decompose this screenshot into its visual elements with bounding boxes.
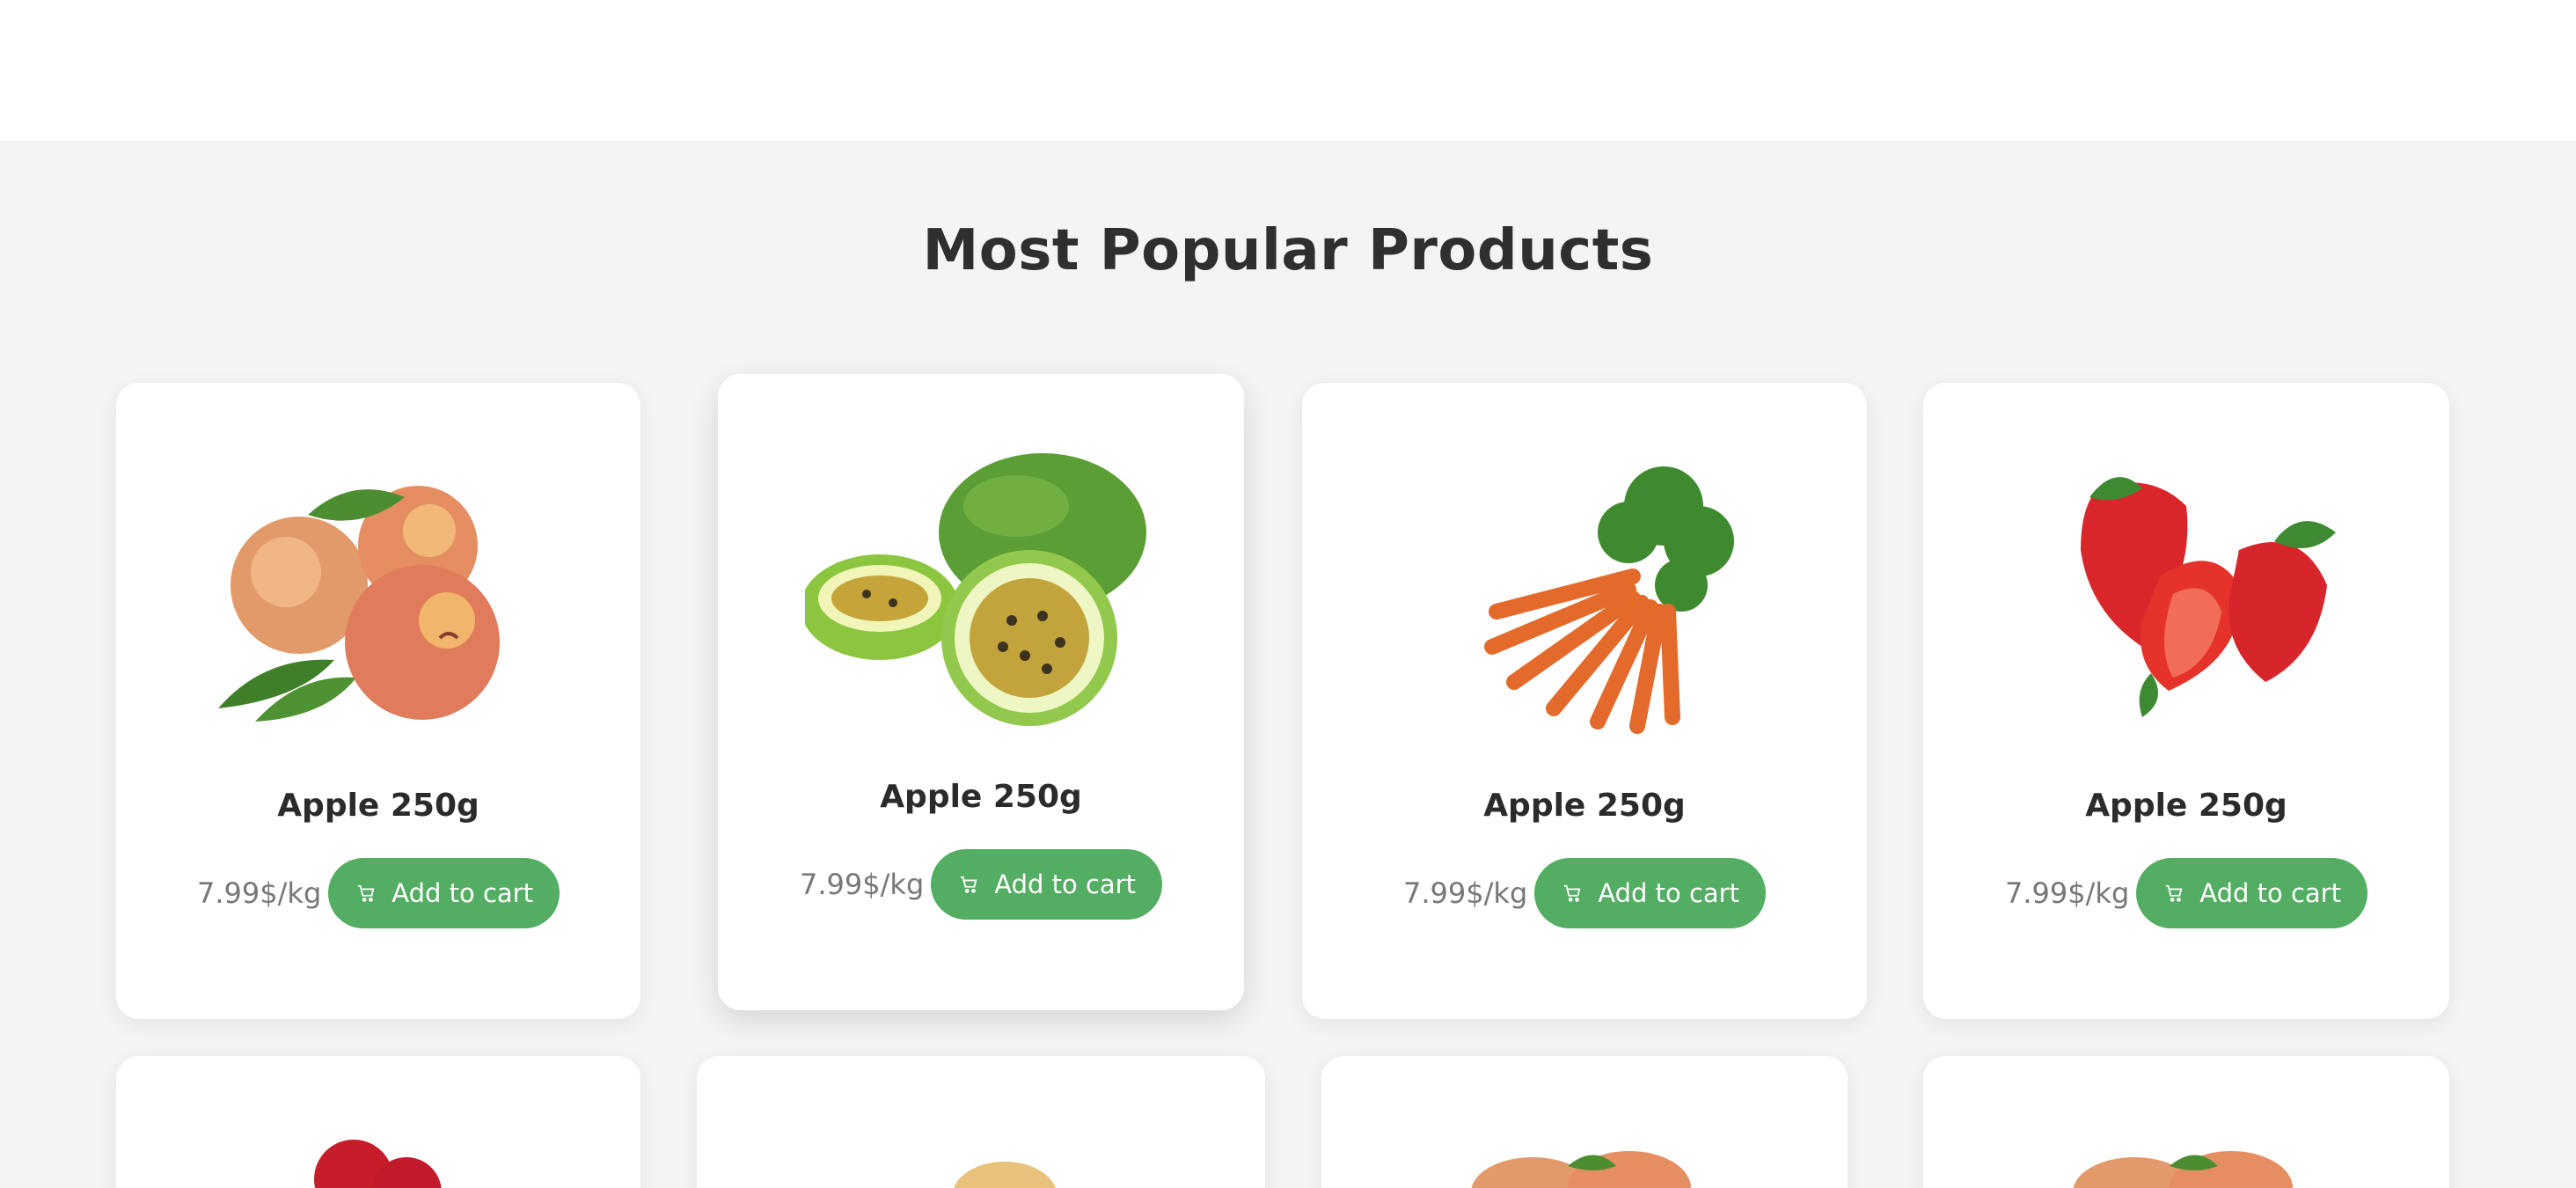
product-card[interactable]: Apple 250g 7.99$/kg Add to cart bbox=[1923, 383, 2449, 1019]
product-name: Apple 250g bbox=[277, 788, 479, 824]
cherry-image bbox=[314, 1140, 442, 1188]
add-to-cart-button[interactable]: Add to cart bbox=[1534, 858, 1766, 928]
add-to-cart-button[interactable]: Add to cart bbox=[328, 858, 560, 928]
add-to-cart-button[interactable]: Add to cart bbox=[2136, 858, 2367, 928]
product-name: Apple 250g bbox=[2085, 788, 2287, 824]
peach-image bbox=[2073, 1151, 2293, 1188]
product-card[interactable] bbox=[1321, 1056, 1848, 1188]
product-price: 7.99$/kg bbox=[197, 876, 322, 910]
product-card[interactable]: Apple 250g 7.99$/kg Add to cart bbox=[1302, 383, 1867, 1019]
add-to-cart-label: Add to cart bbox=[1598, 878, 1739, 908]
product-price: 7.99$/kg bbox=[800, 868, 925, 901]
product-card[interactable] bbox=[697, 1056, 1265, 1188]
product-card[interactable]: Apple 250g 7.99$/kg Add to cart bbox=[116, 383, 640, 1019]
top-header bbox=[0, 0, 2576, 141]
cart-icon bbox=[2166, 884, 2183, 902]
product-name: Apple 250g bbox=[880, 779, 1082, 815]
product-card[interactable] bbox=[116, 1056, 640, 1188]
potato-image bbox=[953, 1162, 1057, 1188]
section-title: Most Popular Products bbox=[922, 218, 1654, 283]
product-name: Apple 250g bbox=[1483, 788, 1686, 824]
add-to-cart-label: Add to cart bbox=[994, 869, 1136, 899]
carrot-image bbox=[1484, 466, 1734, 734]
product-price: 7.99$/kg bbox=[2005, 876, 2130, 910]
popular-products-section: Most Popular Products Apple 250g 7.99$/k… bbox=[0, 141, 2576, 1188]
add-to-cart-button[interactable]: Add to cart bbox=[931, 849, 1162, 920]
cart-icon bbox=[961, 876, 977, 893]
peach-image bbox=[1471, 1151, 1691, 1188]
cart-icon bbox=[1564, 884, 1581, 902]
add-to-cart-label: Add to cart bbox=[2199, 878, 2341, 908]
add-to-cart-label: Add to cart bbox=[392, 878, 533, 908]
peach-image bbox=[218, 486, 500, 722]
product-price: 7.99$/kg bbox=[1403, 876, 1528, 910]
product-card[interactable]: Apple 250g 7.99$/kg Add to cart bbox=[718, 374, 1244, 1010]
passion-fruit-image bbox=[805, 453, 1146, 726]
cart-icon bbox=[358, 884, 375, 902]
strawberry-image bbox=[2081, 477, 2336, 717]
product-card[interactable] bbox=[1923, 1056, 2449, 1188]
